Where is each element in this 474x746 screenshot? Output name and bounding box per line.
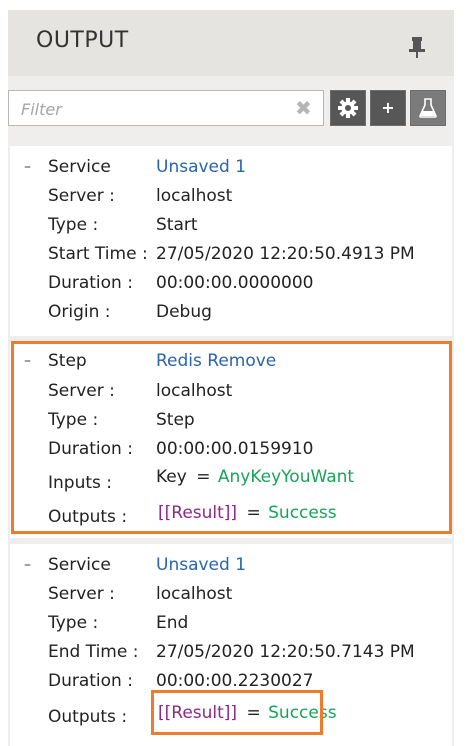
- panel-title: OUTPUT: [36, 28, 129, 53]
- debug-button[interactable]: [410, 90, 446, 126]
- block-title-key: Service: [48, 555, 111, 575]
- filter-input[interactable]: [19, 97, 293, 121]
- close-icon[interactable]: ✖: [295, 96, 312, 120]
- toolbar: ✖ +: [8, 90, 454, 130]
- collapse-icon[interactable]: –: [24, 154, 31, 180]
- filter-box[interactable]: ✖: [8, 90, 324, 126]
- flask-icon: [419, 98, 437, 118]
- highlight-box-step: [11, 341, 452, 534]
- add-button[interactable]: +: [370, 90, 406, 126]
- collapse-icon[interactable]: –: [24, 552, 31, 578]
- block-title-row: – Service Unsaved 1: [10, 552, 452, 578]
- output-block-service-start: – Service Unsaved 1 Server : localhost T…: [10, 146, 452, 336]
- block-title-row: – Service Unsaved 1: [10, 154, 452, 180]
- block-title-key: Service: [48, 157, 111, 177]
- gear-icon: [338, 98, 358, 118]
- output-header: OUTPUT: [8, 10, 454, 76]
- add-label: +: [381, 98, 395, 117]
- settings-button[interactable]: [330, 90, 366, 126]
- pin-icon[interactable]: [406, 34, 428, 60]
- service-link[interactable]: Unsaved 1: [156, 154, 246, 180]
- service-link[interactable]: Unsaved 1: [156, 552, 246, 578]
- highlight-box-output: [151, 690, 323, 735]
